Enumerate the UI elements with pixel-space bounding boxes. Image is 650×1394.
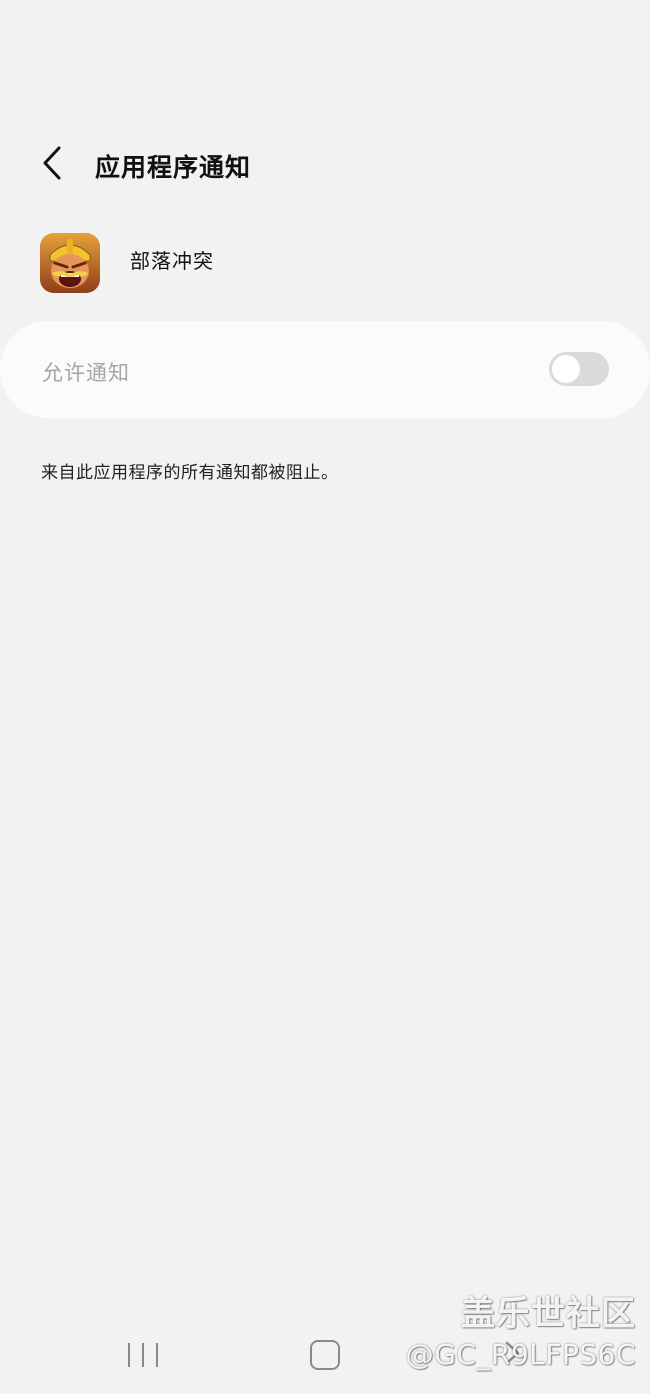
chevron-left-icon [43, 146, 61, 180]
watermark-username: @GC_R9LFPS6C [405, 1338, 636, 1371]
app-name: 部落冲突 [130, 249, 214, 273]
back-button[interactable] [28, 140, 76, 186]
watermark-community: 盖乐世社区 [461, 1294, 636, 1334]
top-app-bar: 应用程序通知 [0, 128, 650, 198]
home-icon[interactable] [310, 1340, 340, 1370]
clash-of-clans-app-icon [40, 233, 100, 293]
recent-apps-icon[interactable] [128, 1340, 158, 1370]
toggle-knob [552, 355, 580, 383]
app-info-row: 部落冲突 [40, 233, 620, 295]
allow-notifications-toggle[interactable] [549, 352, 609, 386]
notifications-blocked-note: 来自此应用程序的所有通知都被阻止。 [41, 463, 339, 483]
allow-notifications-label: 允许通知 [42, 361, 130, 385]
page-title: 应用程序通知 [95, 153, 252, 182]
allow-notifications-card[interactable]: 允许通知 [0, 321, 650, 418]
